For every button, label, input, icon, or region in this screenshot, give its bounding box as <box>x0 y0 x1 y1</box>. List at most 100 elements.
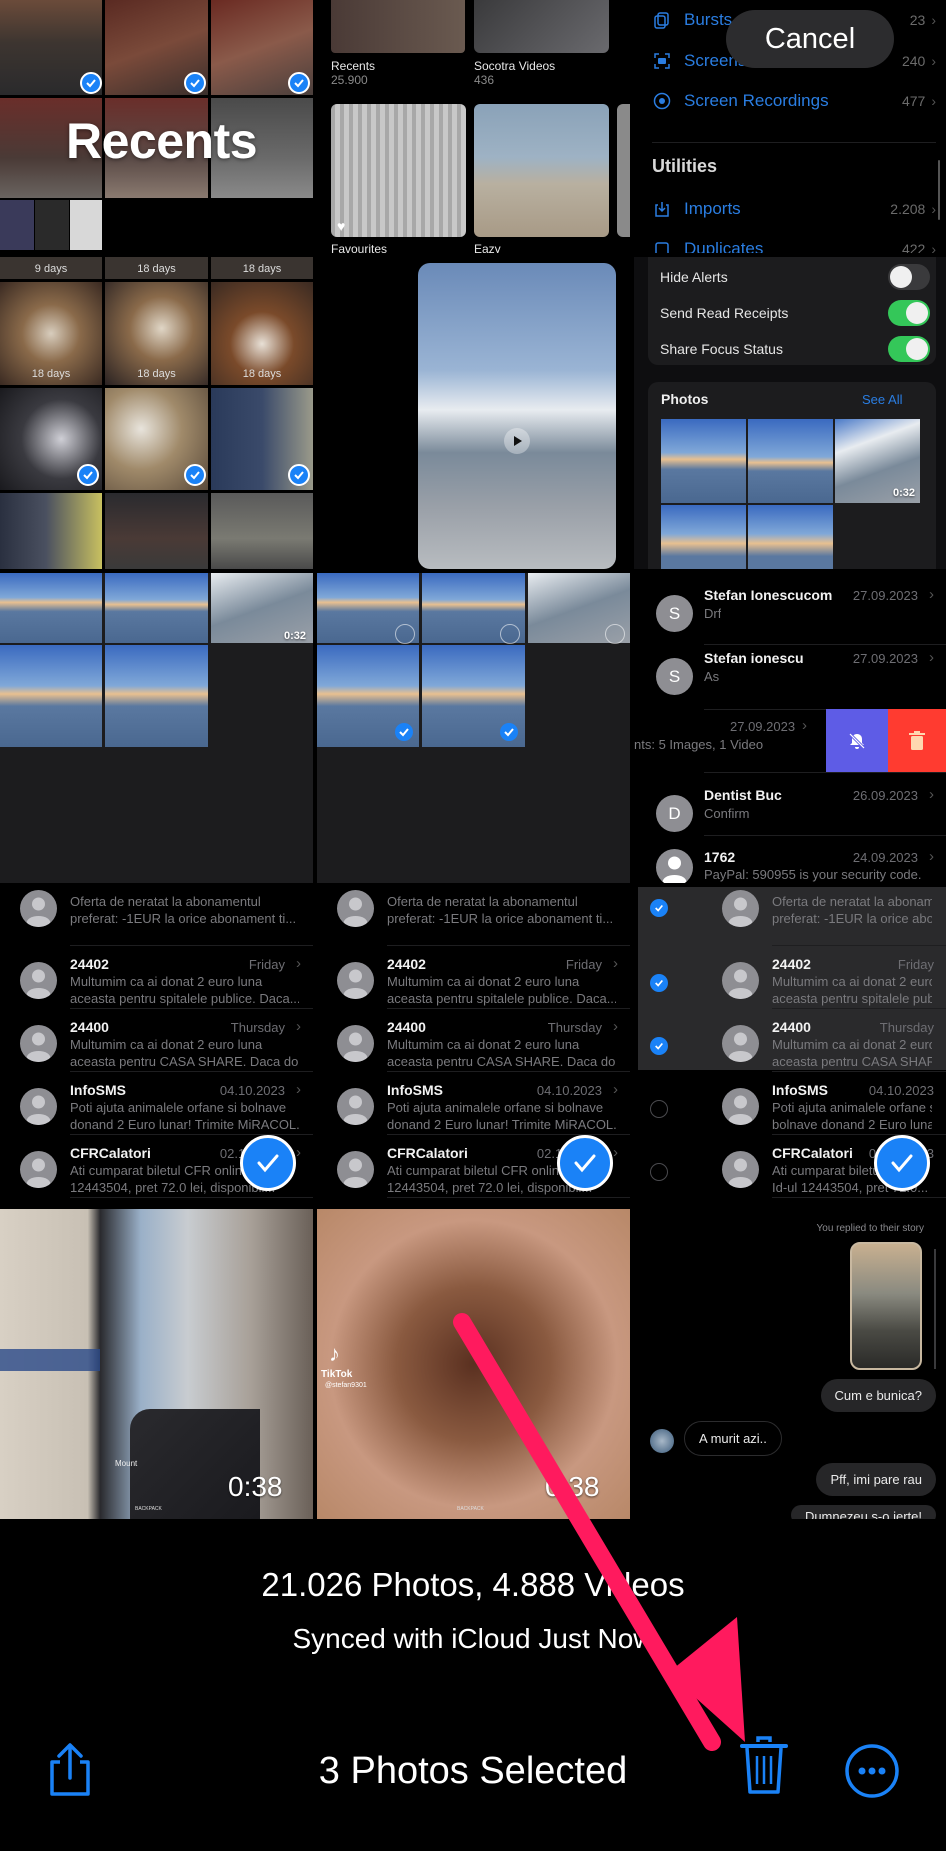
more-button[interactable] <box>843 1742 901 1800</box>
conversation-item[interactable]: S Stefan Ionescucom 27.09.2023 › Drf <box>634 573 946 636</box>
selected-check-icon[interactable] <box>557 1135 613 1191</box>
photo-thumb[interactable] <box>0 573 102 643</box>
person-avatar-icon <box>337 1088 374 1125</box>
sms-item[interactable]: Oferta de neratat la abonamentulpreferat… <box>634 887 946 950</box>
conversation-item[interactable]: 1762 24.09.2023 › PayPal: 590955 is your… <box>634 835 946 883</box>
selected-check-icon[interactable] <box>288 72 310 94</box>
photo-thumb[interactable] <box>0 200 34 250</box>
video-preview[interactable] <box>418 263 616 569</box>
person-avatar-icon <box>722 1088 759 1125</box>
photo-thumb[interactable] <box>211 493 313 569</box>
selected-check-icon[interactable] <box>650 899 668 917</box>
albums-grid: Recents 25.900 Socotra Videos 436 ♥ Favo… <box>317 0 630 253</box>
selected-check-icon[interactable] <box>184 72 206 94</box>
photo-thumb[interactable] <box>35 200 69 250</box>
selected-check-icon[interactable] <box>288 464 310 486</box>
divider <box>387 1008 630 1009</box>
sms-item[interactable]: 24402 Friday › Multumim ca ai donat 2 euro … <box>317 950 630 1013</box>
photo-age-label: 18 days <box>137 368 176 380</box>
photo-thumb[interactable] <box>105 573 208 643</box>
album-label[interactable]: Favourites <box>331 242 387 253</box>
delete-button[interactable] <box>736 1734 792 1796</box>
hide-alerts-toggle[interactable] <box>888 264 930 290</box>
unselected-circle-icon[interactable] <box>395 624 415 644</box>
chevron-right-icon: › <box>931 241 936 253</box>
cancel-button[interactable]: Cancel <box>726 10 894 68</box>
read-receipts-toggle[interactable] <box>888 300 930 326</box>
photo-thumb[interactable] <box>661 419 746 503</box>
share-focus-toggle[interactable] <box>888 336 930 362</box>
mute-button[interactable] <box>826 709 888 772</box>
photo-thumb[interactable] <box>748 419 833 503</box>
chevron-right-icon: › <box>296 1081 301 1098</box>
play-icon[interactable] <box>504 428 530 454</box>
unselected-circle-icon[interactable] <box>500 624 520 644</box>
sms-item[interactable]: InfoSMS 04.10.2023 › Poti ajuta animalele o… <box>0 1076 313 1139</box>
photo-thumb[interactable] <box>70 200 102 250</box>
sms-item[interactable]: 24400 Thursday › Multumim ca ai donat 2 eur… <box>0 1013 313 1076</box>
chevron-right-icon: › <box>296 1144 301 1161</box>
unselected-circle-icon[interactable] <box>605 624 625 644</box>
album-thumb-eazy[interactable] <box>474 104 609 237</box>
sms-item[interactable]: 24402 Friday › Multumim ca ai donat 2 euro … <box>0 950 313 1013</box>
sms-item[interactable]: Oferta de neratat la abonamentulpreferat… <box>317 887 630 950</box>
sms-item[interactable]: 24402FridayMultumim ca ai donat 2 euro l… <box>634 950 946 1013</box>
bell-slash-icon <box>848 732 866 749</box>
selected-check-icon[interactable] <box>184 464 206 486</box>
photo-thumb[interactable] <box>748 505 833 569</box>
story-thumbnail[interactable] <box>850 1242 922 1370</box>
story-reply-note: You replied to their story <box>816 1223 924 1234</box>
photo-thumb[interactable] <box>661 505 746 569</box>
see-all-link[interactable]: See All <box>862 392 902 407</box>
sms-list-a: Oferta de neratat la abonamentul preferat… <box>0 887 313 1205</box>
album-label[interactable]: Socotra Videos <box>474 59 555 73</box>
photo-thumb[interactable] <box>0 493 102 569</box>
scrollbar[interactable] <box>938 160 940 220</box>
unselected-circle-icon[interactable] <box>650 1100 668 1118</box>
divider <box>652 142 936 143</box>
sms-item[interactable]: 24400 Thursday › Multumim ca ai donat 2 eur… <box>317 1013 630 1076</box>
photo-age-label: 18 days <box>137 263 176 275</box>
photo-thumb[interactable] <box>0 645 102 747</box>
selected-check-icon[interactable] <box>77 464 99 486</box>
chevron-right-icon: › <box>613 1144 618 1161</box>
person-avatar-icon <box>20 1151 57 1188</box>
divider <box>70 1134 313 1135</box>
unselected-circle-icon[interactable] <box>650 1163 668 1181</box>
person-avatar-icon <box>722 890 759 927</box>
scrollbar[interactable] <box>934 1249 936 1369</box>
album-thumb[interactable] <box>617 104 630 237</box>
selected-check-icon[interactable] <box>395 723 413 741</box>
sms-item[interactable]: Oferta de neratat la abonamentulpreferat… <box>0 887 313 950</box>
video-duration: 0:38 <box>228 1471 283 1502</box>
list-item-duplicates[interactable]: Duplicates 422 › <box>652 235 936 253</box>
message-bubble-outgoing: Pff, imi pare rau <box>816 1463 936 1496</box>
selected-check-icon[interactable] <box>240 1135 296 1191</box>
album-thumb-recents[interactable] <box>331 0 465 53</box>
person-avatar-icon <box>337 1151 374 1188</box>
selected-check-icon[interactable] <box>500 723 518 741</box>
sms-item[interactable]: 24400ThursdayMultumim ca ai donat 2 euro… <box>634 1013 946 1076</box>
album-label[interactable]: Eazy <box>474 242 501 253</box>
selected-check-icon[interactable] <box>80 72 102 94</box>
sms-item[interactable]: InfoSMS 04.10.2023 › Poti ajuta animalele o… <box>317 1076 630 1139</box>
conversation-item[interactable]: D Dentist Buc 26.09.2023 › Confirm <box>634 772 946 835</box>
sms-item[interactable]: InfoSMS 04.10.2023 Poti ajuta animalele or… <box>634 1076 946 1139</box>
delete-conversation-button[interactable] <box>888 709 946 772</box>
album-label[interactable]: Recents <box>331 59 375 73</box>
divider <box>772 1071 946 1072</box>
list-item-screen-recordings[interactable]: Screen Recordings 477 › <box>652 87 936 115</box>
album-thumb-favourites[interactable] <box>331 104 466 237</box>
conversation-item[interactable]: S Stefan ionescu 27.09.2023 › As <box>634 636 946 699</box>
trash-icon <box>740 1736 788 1794</box>
photo-age-label: 18 days <box>242 368 282 380</box>
selected-check-icon[interactable] <box>650 974 668 992</box>
selected-check-icon[interactable] <box>874 1135 930 1191</box>
album-thumb-socotra[interactable] <box>474 0 609 53</box>
photo-thumb[interactable] <box>105 493 208 569</box>
selected-check-icon[interactable] <box>650 1037 668 1055</box>
bursts-icon <box>652 10 672 30</box>
ellipsis-circle-icon <box>845 1744 899 1798</box>
photo-thumb[interactable] <box>105 645 208 747</box>
list-item-imports[interactable]: Imports 2.208 › <box>652 195 936 223</box>
